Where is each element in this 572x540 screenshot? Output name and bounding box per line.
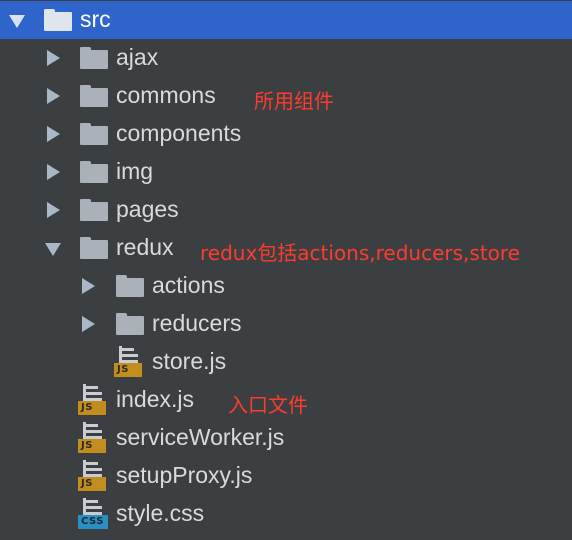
css-file-icon: CSS	[78, 498, 108, 530]
tree-node-label: components	[116, 120, 242, 146]
annotation-note: 所用组件	[254, 89, 334, 113]
chevron-right-icon[interactable]	[47, 126, 60, 142]
tree-node-components[interactable]: components	[0, 115, 572, 153]
tree-node-style-css[interactable]: CSS style.css	[0, 495, 572, 533]
tree-node-label: src	[80, 6, 111, 32]
tree-node-index-js[interactable]: JS index.js 入口文件	[0, 381, 572, 419]
tree-node-store-js[interactable]: JS store.js	[0, 343, 572, 381]
folder-icon	[80, 199, 108, 221]
folder-icon	[80, 237, 108, 259]
tree-node-reducers[interactable]: reducers	[0, 305, 572, 343]
tree-node-img[interactable]: img	[0, 153, 572, 191]
folder-icon	[80, 123, 108, 145]
tree-node-label: img	[116, 158, 154, 184]
folder-icon	[80, 161, 108, 183]
tree-node-serviceworker-js[interactable]: JS serviceWorker.js	[0, 419, 572, 457]
js-file-icon: JS	[78, 460, 108, 492]
tree-node-label: pages	[116, 196, 179, 222]
js-file-icon: JS	[114, 346, 144, 378]
folder-icon	[116, 313, 144, 335]
file-type-badge: JS	[114, 363, 142, 377]
folder-icon	[116, 275, 144, 297]
tree-node-src[interactable]: src	[0, 1, 572, 39]
tree-node-setupproxy-js[interactable]: JS setupProxy.js	[0, 457, 572, 495]
tree-node-label: store.js	[152, 348, 227, 374]
js-file-icon: JS	[78, 384, 108, 416]
project-tree: src ajax commons 所用组件 components img pag…	[0, 0, 572, 540]
chevron-right-icon[interactable]	[47, 88, 60, 104]
tree-node-ajax[interactable]: ajax	[0, 39, 572, 77]
tree-node-actions[interactable]: actions	[0, 267, 572, 305]
tree-node-pages[interactable]: pages	[0, 191, 572, 229]
tree-node-label: commons	[116, 82, 216, 108]
folder-icon	[44, 9, 72, 31]
tree-node-label: actions	[152, 272, 225, 298]
tree-node-redux[interactable]: redux redux包括actions,reducers,store	[0, 229, 572, 267]
file-type-badge: JS	[78, 401, 106, 415]
tree-node-label: reducers	[152, 310, 242, 336]
tree-node-label: redux	[116, 234, 174, 260]
annotation-note: 入口文件	[228, 393, 308, 417]
chevron-right-icon[interactable]	[82, 278, 95, 294]
file-type-badge: CSS	[78, 515, 108, 529]
chevron-down-icon[interactable]	[45, 243, 61, 256]
chevron-down-icon[interactable]	[9, 15, 25, 28]
folder-icon	[80, 47, 108, 69]
tree-node-label: setupProxy.js	[116, 462, 253, 488]
chevron-right-icon[interactable]	[47, 202, 60, 218]
folder-icon	[80, 85, 108, 107]
tree-node-label: serviceWorker.js	[116, 424, 285, 450]
file-type-badge: JS	[78, 439, 106, 453]
tree-node-label: style.css	[116, 500, 205, 526]
chevron-right-icon[interactable]	[47, 164, 60, 180]
tree-node-commons[interactable]: commons 所用组件	[0, 77, 572, 115]
chevron-right-icon[interactable]	[47, 50, 60, 66]
file-type-badge: JS	[78, 477, 106, 491]
annotation-note: redux包括actions,reducers,store	[200, 241, 520, 265]
tree-node-label: ajax	[116, 44, 159, 70]
chevron-right-icon[interactable]	[82, 316, 95, 332]
tree-node-label: index.js	[116, 386, 194, 412]
js-file-icon: JS	[78, 422, 108, 454]
